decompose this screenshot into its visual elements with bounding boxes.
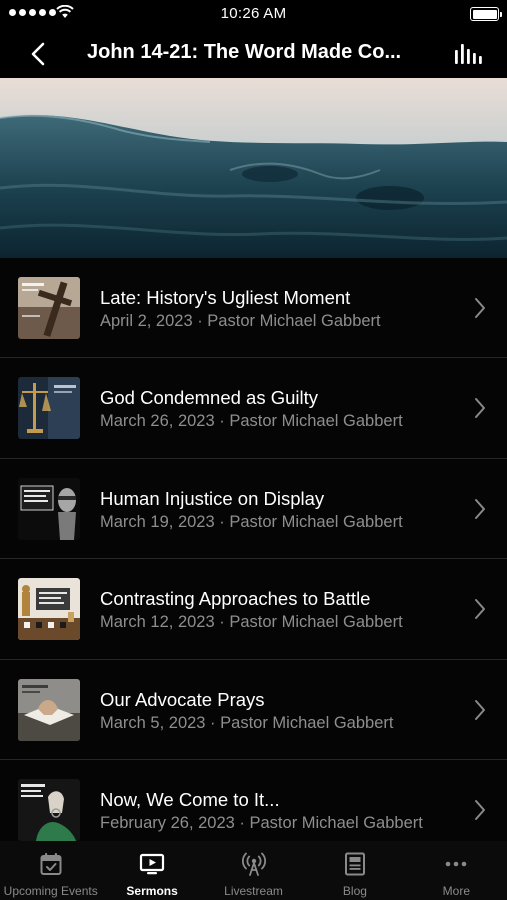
sermon-list: Late: History's Ugliest Moment April 2, … [0, 258, 507, 841]
sermon-meta: March 12, 2023 · Pastor Michael Gabbert [100, 613, 403, 632]
sermon-thumbnail [18, 477, 80, 540]
tab-label: Blog [342, 884, 367, 898]
sermon-list-item[interactable]: Late: History's Ugliest Moment April 2, … [0, 258, 507, 359]
tab-livestream[interactable]: Livestream [203, 841, 304, 900]
chevron-right-icon [475, 398, 485, 419]
sermon-meta: March 26, 2023 · Pastor Michael Gabbert [100, 412, 403, 431]
tab-sermons[interactable]: Sermons [101, 841, 202, 900]
chevron-right-icon [475, 498, 485, 519]
tab-label: Sermons [126, 884, 178, 898]
sermon-list-item[interactable]: Human Injustice on Display March 19, 202… [0, 459, 507, 560]
sermon-thumbnail [18, 277, 80, 339]
sermon-meta: March 5, 2023 · Pastor Michael Gabbert [100, 713, 394, 732]
back-chevron-icon[interactable] [24, 39, 54, 69]
chevron-right-icon [475, 799, 485, 820]
tab-label: Upcoming Events [3, 884, 98, 898]
tab-upcoming-events[interactable]: Upcoming Events [0, 841, 101, 900]
sermon-title: God Condemned as Guilty [100, 387, 319, 409]
page-title: John 14-21: The Word Made Co... [87, 41, 402, 63]
sermon-thumbnail [18, 678, 80, 741]
chevron-right-icon [475, 699, 485, 720]
navigation-bar: John 14-21: The Word Made Co... [0, 28, 507, 78]
tab-label: More [442, 884, 470, 898]
tab-bar: Upcoming Events Sermons Livestream Blog [0, 841, 507, 900]
status-time: 10:26 AM [220, 5, 287, 22]
sermon-title: Human Injustice on Display [100, 487, 325, 509]
more-dots-icon [446, 861, 467, 867]
tv-play-icon [140, 853, 165, 875]
sermon-title: Now, We Come to It... [100, 788, 280, 810]
sermon-list-item[interactable]: Our Advocate Prays March 5, 2023 · Pasto… [0, 660, 507, 760]
sermon-title: Late: History's Ugliest Moment [100, 287, 351, 308]
sermon-thumbnail [18, 778, 80, 841]
ocean-wave-image [0, 78, 507, 258]
broadcast-icon [241, 852, 266, 876]
chevron-right-icon [475, 298, 485, 318]
sermon-thumbnail [18, 578, 80, 641]
sermon-meta: February 26, 2023 · Pastor Michael Gabbe… [100, 813, 423, 832]
newspaper-icon [344, 852, 365, 876]
sermon-thumbnail [18, 377, 80, 440]
tab-label: Livestream [224, 884, 283, 898]
sermon-list-item[interactable]: Contrasting Approaches to Battle March 1… [0, 559, 507, 660]
calendar-icon [40, 853, 62, 875]
sermon-list-item[interactable]: Now, We Come to It... February 26, 2023 … [0, 760, 507, 841]
tab-blog[interactable]: Blog [304, 841, 405, 900]
sermon-list-item[interactable]: God Condemned as Guilty March 26, 2023 ·… [0, 358, 507, 459]
sermon-meta: March 19, 2023 · Pastor Michael Gabbert [100, 512, 403, 531]
sermon-meta: April 2, 2023 · Pastor Michael Gabbert [100, 312, 381, 330]
battery-icon [470, 7, 502, 21]
chevron-right-icon [475, 599, 485, 620]
sermon-title: Contrasting Approaches to Battle [100, 588, 371, 610]
series-hero-image [0, 78, 507, 258]
status-bar: 10:26 AM [0, 0, 507, 28]
audio-bars-icon[interactable] [453, 40, 483, 68]
sermon-title: Our Advocate Prays [100, 688, 265, 710]
tab-more[interactable]: More [406, 841, 507, 900]
